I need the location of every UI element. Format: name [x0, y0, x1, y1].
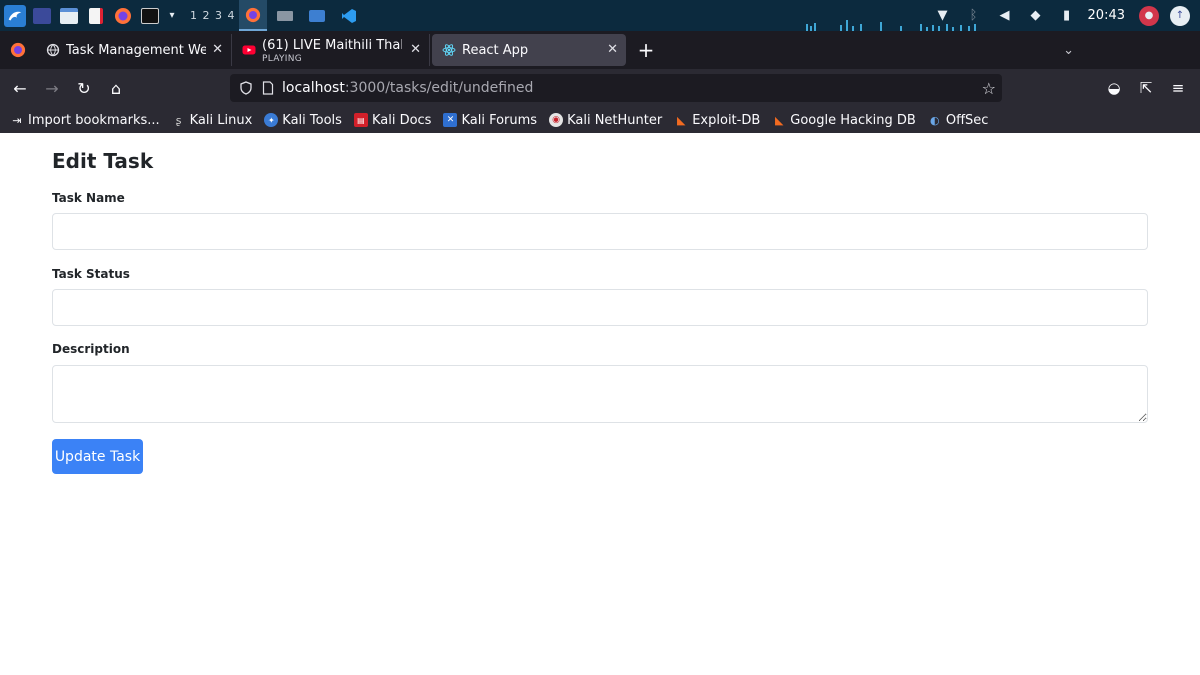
- kali-docs-icon: ▤: [353, 113, 368, 127]
- list-all-tabs-icon[interactable]: ⌄: [1063, 43, 1074, 58]
- bookmark-label: Kali NetHunter: [567, 112, 663, 128]
- description-label: Description: [52, 342, 130, 356]
- task-status-label: Task Status: [52, 267, 130, 281]
- bookmark-import[interactable]: ⇥ Import bookmarks...: [10, 112, 160, 128]
- bookmark-exploit-db[interactable]: ◣ Exploit-DB: [674, 113, 760, 128]
- clock[interactable]: 20:43: [1088, 8, 1125, 23]
- bookmark-label: Google Hacking DB: [790, 112, 916, 128]
- workspace-desktop-icon[interactable]: [31, 5, 53, 27]
- url-host: localhost: [282, 80, 345, 96]
- task-name-input[interactable]: [52, 213, 1148, 250]
- desktop-taskbar: ▾ 1 2 3 4 ▼ ᛒ ◀ ◆ ▮ 20:43 ● ↑: [0, 0, 1200, 31]
- browser-tab-strip: Task Management Web A ✕ (61) LIVE Maithi…: [0, 31, 1200, 69]
- update-task-button[interactable]: Update Task: [52, 439, 143, 474]
- tab-playing-indicator: PLAYING: [262, 54, 303, 64]
- bookmark-kali-forums[interactable]: ✕ Kali Forums: [443, 113, 537, 128]
- taskbar-window-vscode[interactable]: [335, 0, 363, 31]
- chevron-down-icon[interactable]: ▾: [166, 5, 178, 27]
- kali-menu-icon[interactable]: [4, 4, 26, 27]
- shield-icon[interactable]: [238, 80, 254, 96]
- system-tray: ▼ ᛒ ◀ ◆ ▮ 20:43 ● ↑: [933, 0, 1200, 31]
- user-account-icon[interactable]: ↑: [1170, 5, 1190, 26]
- close-icon[interactable]: ✕: [410, 42, 421, 57]
- firefox-launcher-icon[interactable]: [112, 5, 134, 27]
- bookmark-label: Kali Docs: [371, 112, 432, 128]
- lock-screen-icon[interactable]: ●: [1139, 5, 1159, 26]
- bookmark-kali-tools[interactable]: ✦ Kali Tools: [264, 113, 342, 128]
- exploit-db-icon: ◣: [676, 113, 686, 127]
- tab-title: Task Management Web A: [66, 42, 206, 58]
- taskbar-window-firefox[interactable]: [239, 0, 268, 31]
- bookmarks-toolbar: ⇥ Import bookmarks... ʂ Kali Linux ✦ Kali T…: [0, 107, 1200, 133]
- kali-dragon-icon: ʂ: [175, 113, 182, 127]
- battery-icon[interactable]: ▮: [1057, 6, 1077, 26]
- bookmark-offsec[interactable]: ◐ OffSec: [928, 112, 989, 128]
- back-arrow-icon[interactable]: ←: [4, 72, 36, 104]
- text-editor-icon[interactable]: [85, 5, 107, 27]
- window-icon: [277, 10, 294, 21]
- toolbar-right: ◒ ⇱ ≡: [1098, 69, 1200, 107]
- bookmark-kali-nethunter[interactable]: ◉ Kali NetHunter: [549, 113, 662, 128]
- workspace-switcher[interactable]: 1 2 3 4: [190, 9, 235, 22]
- page-content: Edit Task Task Name Task Status Descript…: [0, 133, 1200, 675]
- close-icon[interactable]: ✕: [212, 42, 223, 57]
- bluetooth-icon[interactable]: ᛒ: [964, 6, 984, 26]
- tab-task-management[interactable]: Task Management Web A ✕: [36, 34, 232, 66]
- page-info-icon[interactable]: [260, 80, 276, 96]
- react-icon: [442, 44, 456, 56]
- nethunter-icon: ◉: [549, 113, 564, 127]
- bookmark-label: Kali Tools: [282, 112, 342, 128]
- bookmark-label: Import bookmarks...: [28, 112, 160, 128]
- volume-icon[interactable]: ◀: [995, 6, 1015, 26]
- tab-title: (61) LIVE Maithili Thakur |: [262, 37, 402, 53]
- file-manager-icon[interactable]: [58, 5, 80, 27]
- firefox-view-button[interactable]: [0, 31, 36, 69]
- window-controls: ⌄: [1035, 31, 1200, 69]
- bookmark-kali-docs[interactable]: ▤ Kali Docs: [353, 112, 432, 128]
- wifi-icon[interactable]: ▼: [933, 6, 953, 26]
- close-icon[interactable]: ✕: [607, 42, 618, 57]
- taskbar-window-files[interactable]: [271, 0, 299, 31]
- home-icon[interactable]: ⌂: [100, 72, 132, 104]
- firefox-icon: [10, 42, 26, 58]
- extensions-icon[interactable]: ⇱: [1130, 72, 1162, 104]
- bookmark-google-hacking-db[interactable]: ◣ Google Hacking DB: [772, 113, 916, 128]
- taskbar-window-app[interactable]: [303, 0, 331, 31]
- task-status-input[interactable]: [52, 289, 1148, 326]
- vscode-icon: [342, 8, 357, 23]
- offsec-icon: ◐: [930, 113, 940, 127]
- description-textarea[interactable]: [52, 365, 1148, 423]
- forward-arrow-icon[interactable]: →: [36, 72, 68, 104]
- tab-react-app[interactable]: React App ✕: [432, 34, 626, 66]
- terminal-icon[interactable]: [139, 5, 161, 27]
- ghdb-icon: ◣: [775, 113, 784, 127]
- menu-hamburger-icon[interactable]: ≡: [1162, 72, 1194, 104]
- import-icon: ⇥: [12, 113, 22, 127]
- globe-icon: [46, 43, 60, 57]
- bookmark-label: Kali Forums: [461, 112, 538, 128]
- window-icon: [309, 9, 326, 22]
- youtube-icon: [242, 45, 256, 55]
- page-title: Edit Task: [52, 149, 154, 173]
- task-name-label: Task Name: [52, 191, 125, 205]
- browser-navigation-bar: ← → ↻ ⌂ localhost:3000/tasks/edit/undefi…: [0, 69, 1200, 107]
- tab-title: React App: [462, 42, 529, 58]
- notification-bell-icon[interactable]: ◆: [1026, 6, 1046, 26]
- new-tab-button[interactable]: +: [628, 34, 664, 66]
- kali-tools-icon: ✦: [264, 113, 279, 127]
- bookmark-star-icon[interactable]: ☆: [982, 79, 996, 98]
- url-path: :3000/tasks/edit/undefined: [344, 80, 534, 96]
- pocket-icon[interactable]: ◒: [1098, 72, 1130, 104]
- address-bar[interactable]: localhost:3000/tasks/edit/undefined ☆: [230, 74, 1002, 102]
- kali-forums-icon: ✕: [443, 113, 458, 127]
- reload-icon[interactable]: ↻: [68, 72, 100, 104]
- tab-youtube[interactable]: (61) LIVE Maithili Thakur | PLAYING ✕: [232, 34, 430, 66]
- bookmark-label: Kali Linux: [189, 112, 253, 128]
- bookmark-kali-linux[interactable]: ʂ Kali Linux: [172, 113, 253, 128]
- firefox-icon: [246, 7, 261, 22]
- bookmark-label: Exploit-DB: [692, 112, 761, 128]
- bookmark-label: OffSec: [945, 112, 989, 128]
